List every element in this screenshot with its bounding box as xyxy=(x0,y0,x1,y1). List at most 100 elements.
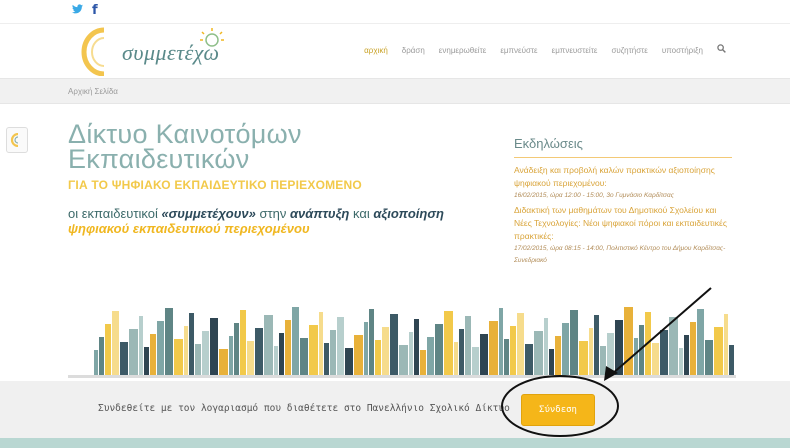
book-spine xyxy=(454,342,458,376)
book-spine xyxy=(309,325,318,376)
book-spine xyxy=(472,347,479,376)
book-spine xyxy=(414,319,419,376)
book-spine xyxy=(112,311,119,376)
book-spine xyxy=(337,317,344,376)
tagline-part-2: στην xyxy=(255,206,290,221)
book-spine xyxy=(499,308,503,376)
book-spine xyxy=(549,349,554,376)
nav-item-discuss[interactable]: συζητήστε xyxy=(611,46,647,55)
book-spine xyxy=(390,314,398,376)
book-spine xyxy=(517,313,524,376)
book-spine xyxy=(300,338,308,376)
book-spine xyxy=(570,310,578,376)
book-spine xyxy=(240,310,246,376)
book-spine xyxy=(165,308,173,376)
tagline-keyword-utilisation: αξιοποίηση xyxy=(373,206,444,221)
book-spine xyxy=(319,312,323,376)
book-spine xyxy=(444,311,453,376)
book-spine xyxy=(504,339,509,376)
book-spine xyxy=(94,350,98,376)
book-spine xyxy=(652,343,659,376)
book-spine xyxy=(382,327,389,376)
book-spine xyxy=(264,315,273,376)
book-spine xyxy=(480,334,488,376)
book-spine xyxy=(292,307,299,376)
event-1-title[interactable]: Ανάδειξη και προβολή καλών πρακτικών αξι… xyxy=(514,164,732,190)
book-spine xyxy=(690,322,696,376)
book-spine xyxy=(324,343,329,376)
book-spine xyxy=(150,334,156,376)
book-spine xyxy=(234,323,239,376)
book-spine xyxy=(600,346,606,376)
tagline-keyword-participate: «συμμετέχουν» xyxy=(161,206,256,221)
nav-item-inspire[interactable]: εμπνεύστε xyxy=(500,46,537,55)
book-spine xyxy=(157,321,164,376)
book-spine xyxy=(562,323,569,376)
book-spine xyxy=(660,330,668,376)
logo-text: συμμετέχω xyxy=(122,40,220,65)
side-logo-widget[interactable] xyxy=(6,127,28,153)
title-line-2: Εκπαιδευτικών xyxy=(68,144,250,174)
book-spine xyxy=(409,332,413,376)
breadcrumb[interactable]: Αρχική Σελίδα xyxy=(68,87,118,96)
main-nav: αρχική δράση ενημερωθείτε εμπνεύστε εμπν… xyxy=(364,44,726,56)
book-shelf xyxy=(68,375,736,378)
book-spine xyxy=(210,318,218,376)
book-spine xyxy=(375,340,381,376)
login-button[interactable]: Σύνδεση xyxy=(521,394,595,426)
site-logo[interactable]: συμμετέχω xyxy=(74,26,244,77)
book-spine xyxy=(705,340,713,376)
twitter-icon[interactable] xyxy=(72,3,83,19)
book-spine xyxy=(594,315,599,376)
book-spine xyxy=(345,348,353,376)
book-spine xyxy=(669,317,678,376)
tagline: οι εκπαιδευτικοί «συμμετέχουν» στην ανάπ… xyxy=(68,206,488,236)
book-spine xyxy=(184,326,188,376)
book-spine xyxy=(330,330,336,376)
tagline-part-3: και xyxy=(349,206,374,221)
book-spine xyxy=(679,348,683,376)
book-spine xyxy=(174,339,183,376)
book-spine xyxy=(255,328,263,376)
book-spine xyxy=(607,333,614,376)
book-spine xyxy=(465,316,471,376)
event-1-date: 16/02/2015, ώρα 12:00 - 15:00, 3ο Γυμνάσ… xyxy=(514,192,674,199)
book-spine xyxy=(579,341,588,376)
book-spine xyxy=(144,347,149,376)
page-title: Δίκτυο Καινοτόμων Εκπαιδευτικών xyxy=(68,121,302,174)
book-spine xyxy=(129,329,138,376)
book-spine xyxy=(459,329,464,376)
page-subtitle: ΓΙΑ ΤΟ ΨΗΦΙΑΚΟ ΕΚΠΑΙΔΕΥΤΙΚΟ ΠΕΡΙΕΧΟΜΕΝΟ xyxy=(68,178,362,192)
events-panel: Εκδηλώσεις Ανάδειξη και προβολή καλών πρ… xyxy=(514,136,732,267)
social-bar: f xyxy=(0,0,790,24)
book-spine xyxy=(189,313,194,376)
nav-item-home[interactable]: αρχική xyxy=(364,46,388,55)
book-spine xyxy=(420,350,426,376)
tagline-part-1: οι εκπαιδευτικοί xyxy=(68,206,162,221)
nav-item-inform[interactable]: ενημερωθείτε xyxy=(439,46,487,55)
search-icon[interactable] xyxy=(717,44,726,56)
book-spine xyxy=(219,349,228,376)
books-illustration xyxy=(94,307,734,376)
book-spine xyxy=(489,321,498,376)
book-spine xyxy=(285,320,291,376)
book-spine xyxy=(645,312,651,376)
event-2-title[interactable]: Διδακτική των μαθημάτων του Δημοτικού Σχ… xyxy=(514,204,732,243)
book-spine xyxy=(525,344,533,376)
login-bar: Συνδεθείτε με τον λογαριασμό που διαθέτε… xyxy=(0,381,790,438)
nav-item-support[interactable]: υποστήριξη xyxy=(662,46,703,55)
book-spine xyxy=(354,335,363,376)
facebook-icon[interactable]: f xyxy=(92,3,98,19)
book-spine xyxy=(714,327,723,376)
page: f συμμετέχω αρχική δράση ενημερωθείτε εμ… xyxy=(0,0,790,448)
nav-item-action[interactable]: δράση xyxy=(402,46,425,55)
tagline-keyword-content: ψηφιακού εκπαιδευτικού περιεχομένου xyxy=(68,221,310,236)
book-spine xyxy=(634,338,638,376)
nav-item-get-inspired[interactable]: εμπνευστείτε xyxy=(552,46,598,55)
book-spine xyxy=(247,341,254,376)
login-prompt: Συνδεθείτε με τον λογαριασμό που διαθέτε… xyxy=(98,403,510,414)
book-spine xyxy=(120,342,128,376)
book-spine xyxy=(684,335,689,376)
book-spine xyxy=(555,336,561,376)
book-spine xyxy=(105,324,111,376)
